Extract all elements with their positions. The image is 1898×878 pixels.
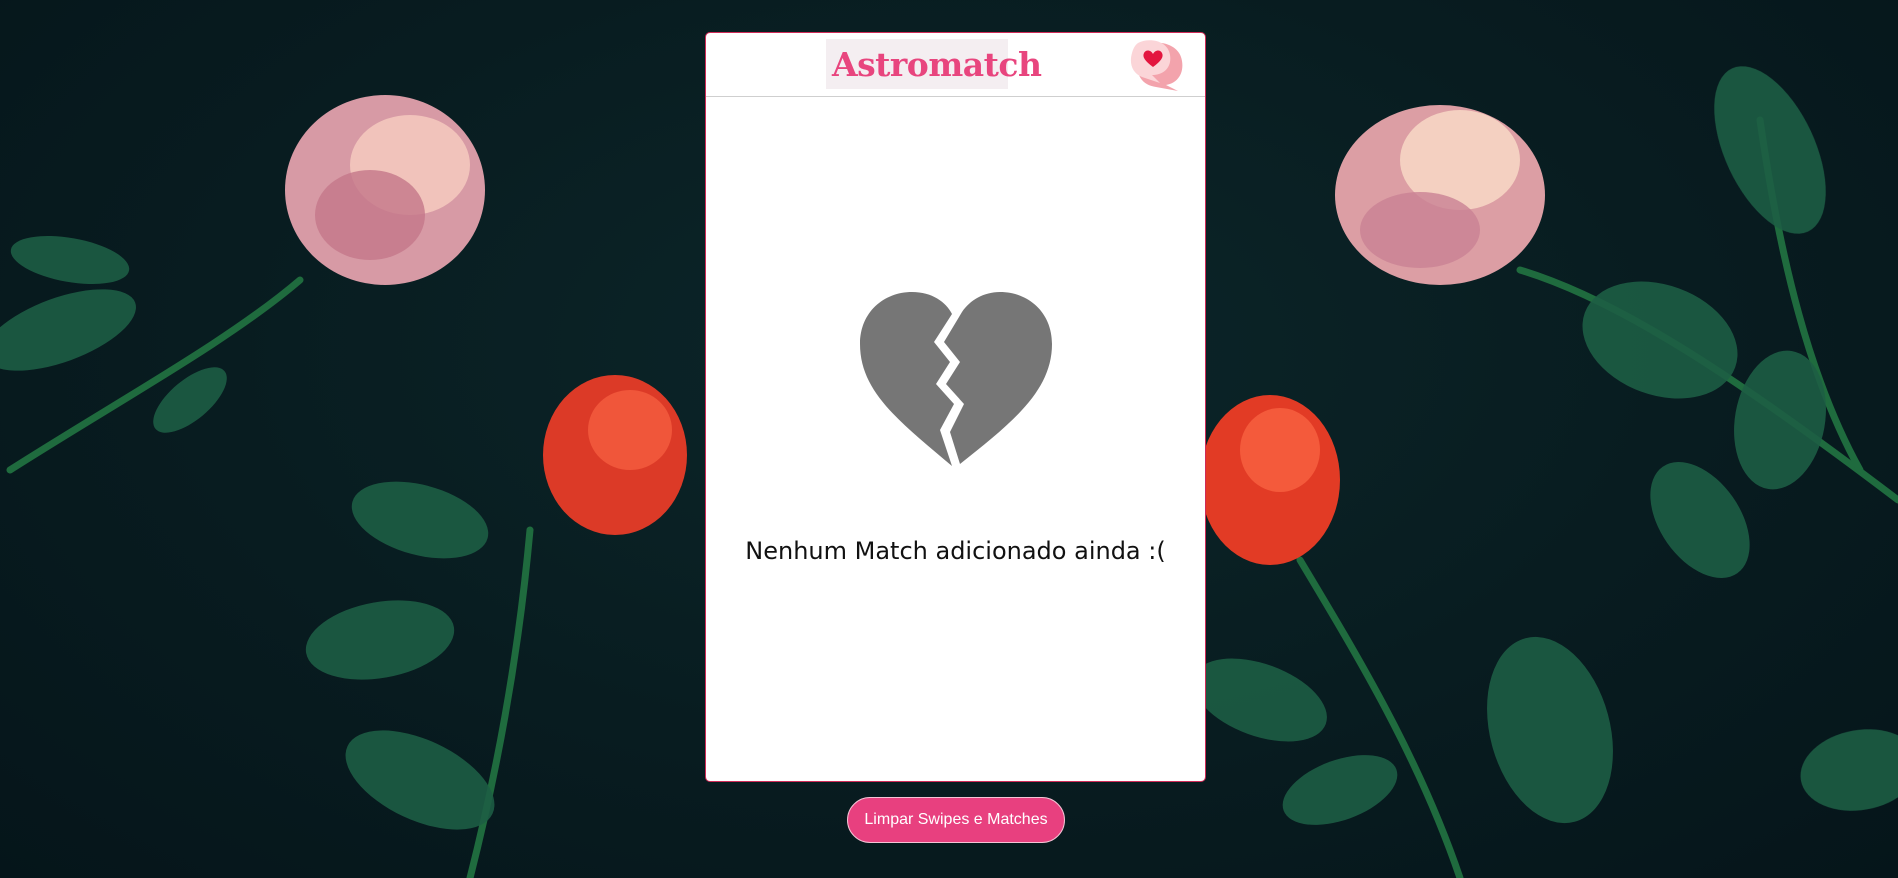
chat-heart-icon: [1130, 40, 1183, 91]
logo-text: Astromatch: [832, 44, 1042, 84]
matches-button[interactable]: [1130, 37, 1190, 93]
broken-heart-icon: [860, 292, 1052, 466]
empty-matches-message: Nenhum Match adicionado ainda :(: [745, 537, 1166, 565]
card-header: Astromatch: [706, 33, 1205, 97]
matches-card: Astromatch Nenhum Match adicionado ainda…: [705, 32, 1206, 782]
clear-swipes-matches-button[interactable]: Limpar Swipes e Matches: [847, 797, 1065, 843]
app-logo: Astromatch: [826, 39, 1042, 89]
